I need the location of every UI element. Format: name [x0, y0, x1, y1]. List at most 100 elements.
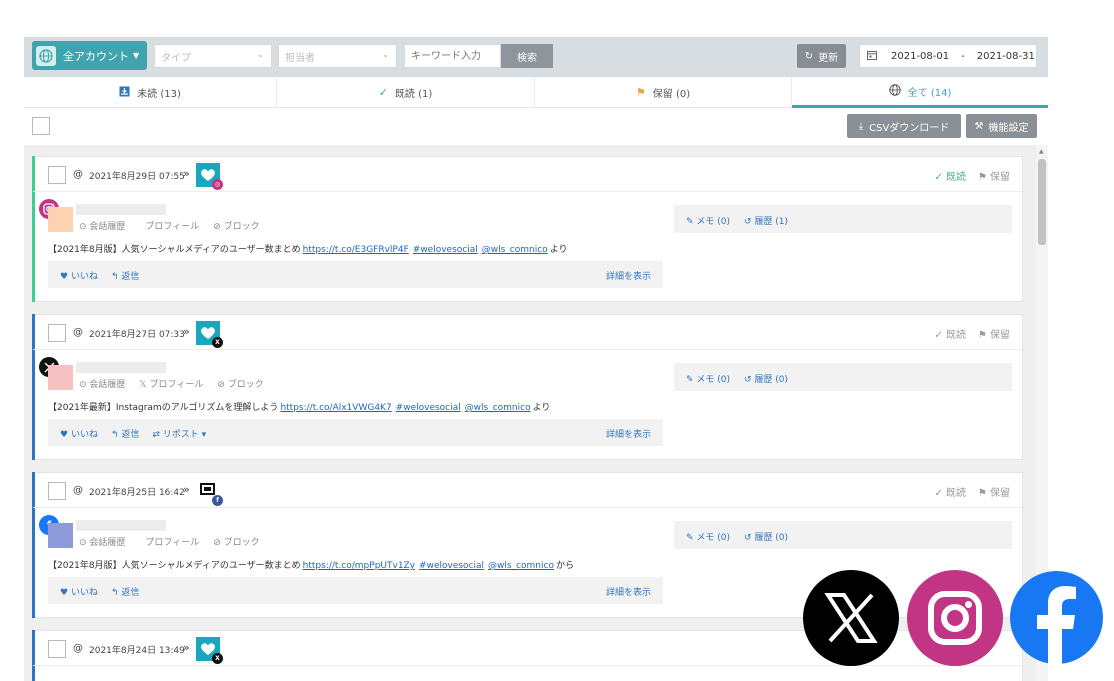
scroll-up-icon[interactable]: ▲ [1039, 148, 1044, 155]
hold-button[interactable]: ⚑ 保留 [978, 326, 1010, 341]
read-status[interactable]: ✓ 既読 [934, 168, 966, 183]
message-text-suffix: から [555, 561, 574, 571]
tab-hold[interactable]: ⚑ 保留 (0) [535, 77, 792, 108]
read-status-label: 既読 [946, 330, 966, 341]
repost-label: リポスト [162, 430, 199, 440]
conversation-history-link[interactable]: ⊙ 会話履歴 [79, 377, 125, 390]
card-header: @ 2021年8月25日 16:42 » f ✓ 既読 ⚑ 保留 [33, 473, 1022, 508]
profile-link[interactable]: プロフィール [145, 219, 199, 232]
assignee-select-placeholder: 担当者 [285, 52, 315, 64]
check-icon: ✓ [378, 86, 388, 99]
card-checkbox[interactable] [48, 482, 66, 500]
account-select-button[interactable]: 全アカウント ▼ [32, 41, 147, 70]
like-button[interactable]: ♥ いいね [60, 427, 98, 440]
profile-link[interactable]: プロフィール [145, 535, 199, 548]
block-link[interactable]: ⊘ ブロック [213, 535, 259, 548]
refresh-label: 更新 [818, 52, 839, 64]
avatar[interactable] [48, 207, 73, 232]
reply-button[interactable]: ↰ 返信 [111, 427, 139, 440]
tab-read[interactable]: ✓ 既読 (1) [277, 77, 535, 108]
card-checkbox[interactable] [48, 640, 66, 658]
mention-link[interactable]: @wls_comnico [465, 403, 531, 413]
account-page-icon: f [196, 479, 223, 506]
hashtag-link[interactable]: #welovesocial [419, 561, 484, 571]
card-checkbox[interactable] [48, 324, 66, 342]
message-link[interactable]: https://t.co/mpPpUTv1Zy [303, 561, 415, 571]
double-chevron-icon[interactable]: » [183, 641, 190, 654]
block-label: ブロック [227, 380, 264, 390]
block-label: ブロック [223, 538, 260, 548]
double-chevron-icon[interactable]: » [183, 325, 190, 338]
message-text: 【2021年最新】Instagramのアルゴリズムを理解しよう https://t… [48, 400, 550, 413]
memo-button[interactable]: ✎ メモ (0) [686, 372, 730, 385]
conversation-history-link[interactable]: ⊙ 会話履歴 [79, 535, 125, 548]
date-range-picker[interactable]: 2021-08-01 - 2021-08-31 [859, 44, 1037, 68]
scroll-thumb[interactable] [1038, 159, 1046, 245]
tools-icon: ⚒ [974, 120, 984, 132]
double-chevron-icon[interactable]: » [183, 483, 190, 496]
reply-button[interactable]: ↰ 返信 [111, 269, 139, 282]
avatar[interactable] [48, 523, 73, 548]
memo-label: メモ (0) [696, 375, 731, 385]
conversation-label: 会話履歴 [89, 538, 126, 548]
memo-history-box: ✎ メモ (0) ↺ 履歴 (0) [674, 363, 1012, 391]
csv-download-button[interactable]: ⤓ CSVダウンロード [847, 114, 961, 138]
globe-icon [888, 83, 901, 99]
profile-link[interactable]: 𝕏 プロフィール [139, 377, 203, 390]
hashtag-link[interactable]: #welovesocial [396, 403, 461, 413]
x-logo-icon [803, 570, 899, 666]
refresh-button[interactable]: ↻ 更新 [797, 44, 846, 68]
message-text-prefix: 【2021年8月版】人気ソーシャルメディアのユーザー数まとめ [48, 245, 301, 255]
reply-button[interactable]: ↰ 返信 [111, 585, 139, 598]
show-detail-link[interactable]: 詳細を表示 [606, 427, 651, 440]
like-button[interactable]: ♥ いいね [60, 585, 98, 598]
history-button[interactable]: ↺ 履歴 (1) [744, 214, 788, 227]
history-button[interactable]: ↺ 履歴 (0) [744, 372, 788, 385]
history-label: 履歴 (0) [754, 533, 789, 543]
message-text-prefix: 【2021年8月版】人気ソーシャルメディアのユーザー数まとめ [48, 561, 301, 571]
mention-link[interactable]: @wls_comnico [482, 245, 548, 255]
conversation-history-link[interactable]: ⊙ 会話履歴 [79, 219, 125, 232]
card-checkbox[interactable] [48, 166, 66, 184]
avatar[interactable] [48, 365, 73, 390]
show-detail-link[interactable]: 詳細を表示 [606, 269, 651, 282]
block-link[interactable]: ⊘ ブロック [217, 377, 263, 390]
hashtag-link[interactable]: #welovesocial [413, 245, 478, 255]
double-chevron-icon[interactable]: » [183, 167, 190, 180]
reply-label: 返信 [121, 430, 140, 440]
reply-label: 返信 [121, 588, 140, 598]
like-label: いいね [70, 430, 98, 440]
show-detail-link[interactable]: 詳細を表示 [606, 585, 651, 598]
assignee-select[interactable]: 担当者 ⌄ [278, 44, 397, 68]
mention-link[interactable]: @wls_comnico [488, 561, 554, 571]
block-link[interactable]: ⊘ ブロック [213, 219, 259, 232]
memo-button[interactable]: ✎ メモ (0) [686, 214, 730, 227]
history-button[interactable]: ↺ 履歴 (0) [744, 530, 788, 543]
tab-all[interactable]: 全て (14) [792, 77, 1048, 108]
search-button[interactable]: 検索 [501, 44, 553, 68]
message-link[interactable]: https://t.co/Alx1VWG4K7 [280, 403, 391, 413]
like-button[interactable]: ♥ いいね [60, 269, 98, 282]
card-header: @ 2021年8月27日 07:33 » X ✓ 既読 ⚑ 保留 [33, 315, 1022, 350]
account-select-label: 全アカウント [63, 49, 129, 63]
conversation-label: 会話履歴 [89, 380, 126, 390]
message-card: @ 2021年8月27日 07:33 » X ✓ 既読 ⚑ 保留 ⊙ 会話履歴 … [32, 314, 1023, 460]
settings-button[interactable]: ⚒ 機能設定 [966, 114, 1037, 138]
tab-all-label: 全て (14) [907, 87, 952, 99]
repost-button[interactable]: ⇄ リポスト ▾ [152, 427, 206, 440]
select-all-checkbox[interactable] [32, 117, 50, 135]
message-text-suffix: より [549, 245, 568, 255]
read-status[interactable]: ✓ 既読 [934, 326, 966, 341]
mention-icon: @ [73, 485, 83, 496]
type-select[interactable]: タイプ ⌄ [154, 44, 272, 68]
hold-button[interactable]: ⚑ 保留 [978, 168, 1010, 183]
memo-button[interactable]: ✎ メモ (0) [686, 530, 730, 543]
chevron-down-icon: ⌄ [257, 50, 264, 59]
hold-button[interactable]: ⚑ 保留 [978, 484, 1010, 499]
memo-history-box: ✎ メモ (0) ↺ 履歴 (1) [674, 205, 1012, 233]
message-link[interactable]: https://t.co/E3GFRvlP4F [303, 245, 409, 255]
read-status[interactable]: ✓ 既読 [934, 484, 966, 499]
tab-unread[interactable]: 未読 (13) [24, 77, 277, 108]
keyword-input[interactable] [404, 44, 501, 68]
conversation-label: 会話履歴 [89, 222, 126, 232]
